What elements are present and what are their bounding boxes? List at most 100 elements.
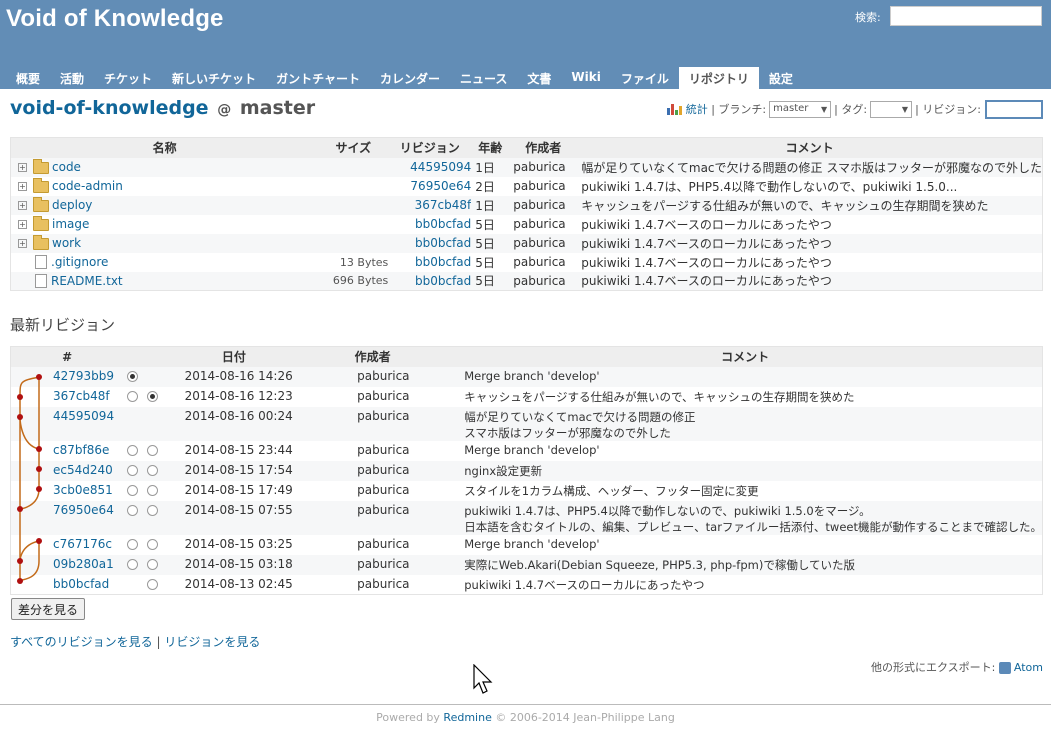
tag-select[interactable]: ▼ bbox=[870, 100, 913, 118]
revision-compare-radio[interactable] bbox=[127, 484, 139, 496]
entry-name-link[interactable]: code-admin bbox=[52, 179, 123, 193]
revision-link[interactable]: 42793bb9 bbox=[53, 369, 114, 383]
view-diff-button[interactable]: 差分を見る bbox=[11, 598, 86, 620]
atom-link[interactable]: Atom bbox=[1014, 661, 1043, 674]
column-header-age[interactable]: 年齢 bbox=[471, 137, 510, 158]
revision-link[interactable]: 367cb48f bbox=[53, 389, 110, 403]
menu-tab[interactable]: 文書 bbox=[517, 67, 561, 89]
menu-tab[interactable]: 新しいチケット bbox=[162, 67, 266, 89]
revision-input[interactable] bbox=[985, 99, 1043, 119]
menu-tab[interactable]: 設定 bbox=[759, 67, 803, 89]
entry-revision-link[interactable]: bb0bcfad bbox=[415, 236, 471, 250]
revision-compare-radio[interactable] bbox=[127, 538, 139, 550]
graph-node bbox=[36, 466, 42, 472]
revision-link[interactable]: c767176c bbox=[53, 537, 112, 551]
revision-link[interactable]: bb0bcfad bbox=[53, 577, 109, 591]
revision-compare-radio[interactable] bbox=[146, 444, 158, 456]
revision-row: 3cb0e851 2014-08-15 17:49 paburica スタイルを1カラ… bbox=[10, 480, 1043, 501]
entry-name-link[interactable]: README.txt bbox=[51, 274, 123, 288]
entry-revision-link[interactable]: bb0bcfad bbox=[415, 274, 471, 288]
column-header-revision[interactable]: リビジョン bbox=[388, 137, 472, 158]
menu-tab[interactable]: ガントチャート bbox=[266, 67, 370, 89]
footer: Powered by Redmine © 2006-2014 Jean-Phil… bbox=[0, 704, 1051, 724]
entry-age: 1日 bbox=[471, 195, 510, 215]
entry-row: + code-admin 76950e64 2日 paburica pukiwiki 1.… bbox=[10, 176, 1043, 196]
entry-revision-link[interactable]: bb0bcfad bbox=[415, 217, 471, 231]
branch-select-value: master bbox=[773, 102, 809, 114]
menu-tab[interactable]: 概要 bbox=[6, 67, 50, 89]
expand-icon[interactable]: + bbox=[18, 201, 27, 210]
revision-date: 2014-08-15 07:55 bbox=[170, 500, 298, 535]
branch-label: | ブランチ: bbox=[711, 103, 767, 116]
revision-compare-radio[interactable] bbox=[127, 370, 139, 382]
entry-revision-link[interactable]: 44595094 bbox=[410, 160, 471, 174]
revision-comment-line: Merge branch 'develop' bbox=[464, 442, 600, 457]
column-header-author[interactable]: 作成者 bbox=[509, 137, 578, 158]
statistics-icon[interactable] bbox=[666, 103, 683, 115]
column-header-size[interactable]: サイズ bbox=[318, 137, 389, 158]
graph-edge bbox=[19, 416, 40, 450]
branch-select[interactable]: master ▼ bbox=[769, 100, 832, 118]
revision-compare-radio[interactable] bbox=[127, 504, 139, 516]
all-revisions-link[interactable]: すべてのリビジョンを見る bbox=[10, 635, 153, 649]
revision-link[interactable]: 76950e64 bbox=[53, 503, 114, 517]
entry-author: paburica bbox=[509, 157, 578, 177]
search-input[interactable] bbox=[890, 6, 1042, 26]
entry-name-link[interactable]: .gitignore bbox=[51, 255, 108, 269]
revision-compare-radio[interactable] bbox=[127, 444, 139, 456]
revision-link[interactable]: ec54d240 bbox=[53, 463, 113, 477]
revision-radio-cell bbox=[142, 440, 171, 461]
expand-icon[interactable]: + bbox=[18, 163, 27, 172]
column-header-name[interactable]: 名称 bbox=[10, 137, 319, 158]
revision-compare-radio[interactable] bbox=[146, 390, 158, 402]
revision-comment: キャッシュをパージする仕組みが無いので、キャッシュの生存期間を狭めた bbox=[448, 386, 1043, 407]
revision-compare-radio[interactable] bbox=[127, 390, 139, 402]
menu-tab[interactable]: チケット bbox=[94, 67, 162, 89]
revision-compare-radio[interactable] bbox=[127, 464, 139, 476]
revision-link[interactable]: c87bf86e bbox=[53, 443, 109, 457]
entry-age: 5日 bbox=[471, 214, 510, 234]
entry-author: paburica bbox=[509, 271, 578, 291]
menu-tab[interactable]: 活動 bbox=[50, 67, 94, 89]
revision-compare-radio[interactable] bbox=[146, 464, 158, 476]
redmine-link[interactable]: Redmine bbox=[443, 711, 491, 724]
revision-compare-radio[interactable] bbox=[146, 538, 158, 550]
column-header-comment[interactable]: コメント bbox=[577, 137, 1043, 158]
entry-name-link[interactable]: image bbox=[52, 217, 89, 231]
revision-compare-radio[interactable] bbox=[146, 484, 158, 496]
revision-link[interactable]: 09b280a1 bbox=[53, 557, 114, 571]
revision-author: paburica bbox=[297, 480, 449, 501]
revision-link[interactable]: 3cb0e851 bbox=[53, 483, 113, 497]
revision-row: 76950e64 2014-08-15 07:55 paburica pukiwiki… bbox=[10, 500, 1043, 535]
expand-icon[interactable]: + bbox=[18, 220, 27, 229]
statistics-link[interactable]: 統計 bbox=[686, 101, 708, 117]
entry-name-link[interactable]: work bbox=[52, 236, 81, 250]
feed-icon[interactable] bbox=[998, 662, 1011, 674]
revision-comment-line: pukiwiki 1.4.7ベースのローカルにあったやつ bbox=[464, 577, 705, 592]
revision-compare-radio[interactable] bbox=[146, 578, 158, 590]
revision-link[interactable]: 44595094 bbox=[53, 409, 114, 423]
revision-date: 2014-08-16 12:23 bbox=[170, 386, 298, 407]
menu-tab[interactable]: Wiki bbox=[561, 67, 610, 89]
revision-comment: スタイルを1カラム構成、ヘッダー、フッター固定に変更 bbox=[448, 480, 1043, 501]
repository-link[interactable]: void-of-knowledge bbox=[10, 97, 209, 119]
revision-compare-radio[interactable] bbox=[146, 504, 158, 516]
view-revisions-link[interactable]: リビジョンを見る bbox=[164, 635, 260, 649]
header: Void of Knowledge 検索: 概要 活動 チケット 新しいチケット ガント… bbox=[0, 0, 1051, 89]
entry-name-link[interactable]: deploy bbox=[52, 198, 92, 212]
entry-name-link[interactable]: code bbox=[52, 160, 81, 174]
menu-tab[interactable]: ファイル bbox=[611, 67, 679, 89]
entry-revision-link[interactable]: 76950e64 bbox=[410, 179, 471, 193]
menu-tab[interactable]: ニュース bbox=[450, 67, 517, 89]
menu-tab[interactable]: カレンダー bbox=[370, 67, 450, 89]
chevron-down-icon: ▼ bbox=[901, 104, 909, 114]
menu-tab[interactable]: リポジトリ bbox=[678, 67, 759, 89]
entry-revision-link[interactable]: 367cb48f bbox=[415, 198, 472, 212]
entry-revision-link[interactable]: bb0bcfad bbox=[415, 255, 471, 269]
expand-icon[interactable]: + bbox=[18, 239, 27, 248]
revision-compare-radio[interactable] bbox=[127, 558, 139, 570]
revision-compare-radio[interactable] bbox=[146, 558, 158, 570]
entry-age: 5日 bbox=[471, 252, 510, 272]
expand-icon[interactable]: + bbox=[18, 182, 27, 191]
app-title[interactable]: Void of Knowledge bbox=[6, 5, 224, 33]
